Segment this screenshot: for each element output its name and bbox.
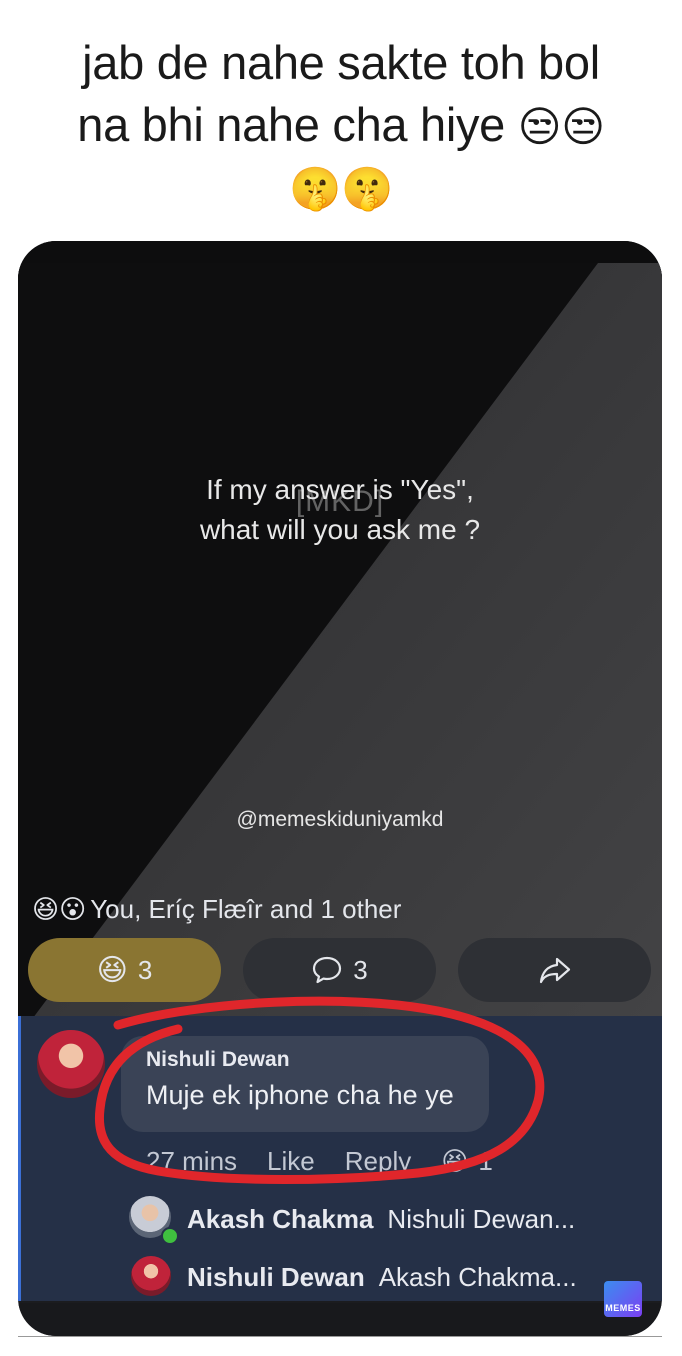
reply-author[interactable]: Akash Chakma	[187, 1204, 373, 1235]
like-link[interactable]: Like	[267, 1146, 315, 1177]
shushing-face-emojis: 🤫🤫	[289, 165, 393, 212]
comments-section: Nishuli Dewan Muje ek iphone cha he ye 2…	[18, 1016, 662, 1301]
unamused-face-emojis: 😒😒	[517, 103, 605, 150]
memes-logo: MEMES	[604, 1281, 642, 1317]
meme-caption: jab de nahe sakte toh bol na bhi nahe ch…	[0, 32, 682, 220]
reply-preview: Nishuli Dewan...	[387, 1203, 576, 1234]
bottom-strip	[18, 1303, 662, 1336]
comment-bubble-icon	[313, 956, 342, 984]
reply-item[interactable]: Akash Chakma Nishuli Dewan...	[187, 1197, 575, 1241]
comment-author[interactable]: Nishuli Dewan	[146, 1048, 290, 1072]
post-actions: 😆 3 3	[28, 938, 652, 1004]
post-quote: If my answer is "Yes", what will you ask…	[18, 470, 662, 550]
laughing-reaction-icon: 😆	[441, 1145, 469, 1176]
online-status-dot	[161, 1227, 179, 1245]
caption-line-2: na bhi nahe cha hiye 😒😒	[0, 94, 682, 158]
comment-bubble[interactable]: Nishuli Dewan Muje ek iphone cha he ye	[121, 1036, 489, 1132]
avatar[interactable]	[37, 1030, 105, 1098]
avatar[interactable]	[131, 1256, 171, 1296]
share-arrow-icon	[539, 957, 570, 984]
quote-line-1: If my answer is "Yes",	[206, 474, 474, 505]
post-top-bar	[18, 241, 662, 263]
comment-time: 27 mins	[146, 1145, 238, 1176]
divider	[18, 1336, 662, 1337]
comment-button[interactable]: 3	[243, 938, 436, 1002]
comment-count: 3	[353, 954, 368, 985]
quote-line-2: what will you ask me ?	[199, 514, 481, 545]
react-button[interactable]: 😆 3	[28, 938, 221, 1002]
comment-meta: 27 mins Like Reply 😆 1	[146, 1141, 523, 1181]
reactions-summary-text: You, Eríç Flæîr and 1 other	[90, 893, 402, 924]
reactions-summary[interactable]: 😆😮 You, Eríç Flæîr and 1 other	[32, 889, 401, 929]
post-handle: @memeskiduniyamkd	[236, 808, 444, 831]
comment-text: Muje ek iphone cha he ye	[146, 1080, 454, 1110]
react-count: 3	[137, 954, 153, 985]
reply-preview: Akash Chakma...	[378, 1261, 577, 1292]
facebook-screenshot: [MKD] If my answer is "Yes", what will y…	[18, 241, 662, 1336]
laughing-emoji-icon: 😆	[96, 953, 128, 987]
reply-item[interactable]: Nishuli Dewan Akash Chakma...	[187, 1255, 577, 1299]
share-button[interactable]	[458, 938, 651, 1002]
reaction-emojis: 😆😮	[32, 893, 87, 924]
reply-author[interactable]: Nishuli Dewan	[187, 1262, 365, 1293]
reply-link[interactable]: Reply	[345, 1146, 411, 1177]
caption-line-2-text: na bhi nahe cha hiye	[77, 98, 506, 151]
comment-reaction-count: 1	[478, 1145, 493, 1176]
caption-line-1: jab de nahe sakte toh bol	[82, 36, 600, 89]
